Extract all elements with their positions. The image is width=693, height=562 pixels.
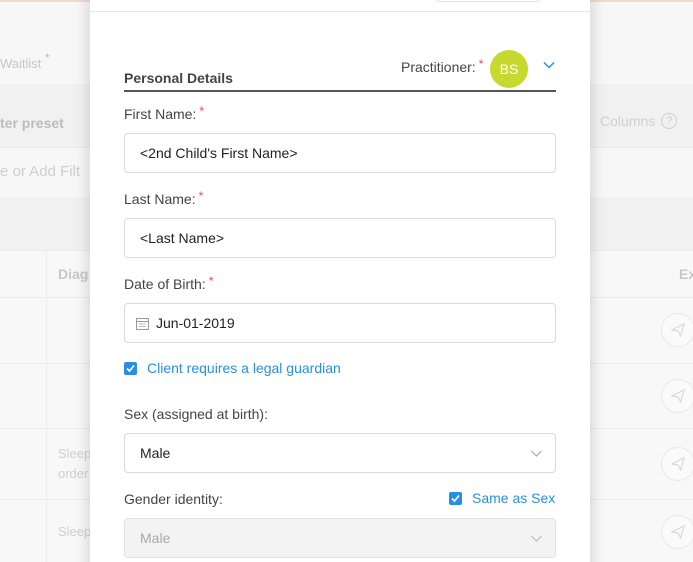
- column-divider: [46, 250, 47, 562]
- chevron-down-icon: [531, 450, 542, 457]
- chevron-down-icon[interactable]: [542, 58, 556, 72]
- help-icon: ?: [661, 113, 678, 129]
- last-name-value: <Last Name>: [140, 230, 225, 246]
- legal-guardian-label[interactable]: Client requires a legal guardian: [147, 360, 341, 376]
- chevron-down-icon: [531, 535, 542, 542]
- practitioner-label: Practitioner: *: [401, 57, 484, 75]
- last-name-label: Last Name: *: [124, 189, 204, 207]
- sex-select[interactable]: Male: [124, 433, 556, 473]
- calendar-icon: [136, 317, 149, 330]
- header-button-stub[interactable]: [436, 0, 540, 2]
- legal-guardian-checkbox[interactable]: Client requires a legal guardian: [124, 360, 341, 376]
- gender-identity-label: Gender identity:: [124, 491, 223, 507]
- practitioner-avatar[interactable]: BS: [490, 50, 528, 88]
- same-as-sex-label[interactable]: Same as Sex: [472, 490, 555, 506]
- first-name-label: First Name: *: [124, 104, 205, 122]
- columns-button[interactable]: Columns ?: [600, 113, 678, 129]
- table-header-export[interactable]: Ex: [679, 266, 693, 282]
- waitlist-label: Waitlist *: [0, 51, 50, 71]
- section-title: Personal Details: [124, 70, 233, 86]
- dob-label: Date of Birth: *: [124, 274, 214, 292]
- filter-preset-label[interactable]: ter preset: [0, 115, 64, 131]
- dob-field[interactable]: Jun-01-2019: [124, 303, 556, 343]
- checkbox-checked-icon[interactable]: [124, 361, 137, 375]
- gender-identity-value: Male: [140, 530, 171, 546]
- personal-details-header: Personal Details Practitioner: * BS: [124, 46, 556, 92]
- same-as-sex-checkbox[interactable]: Same as Sex: [449, 490, 555, 506]
- add-client-modal: Personal Details Practitioner: * BS First…: [90, 0, 590, 562]
- send-icon[interactable]: [661, 379, 693, 413]
- required-mark: *: [478, 57, 484, 71]
- columns-label: Columns: [600, 113, 656, 129]
- send-icon[interactable]: [661, 447, 693, 481]
- table-header-diagnosis[interactable]: Diag: [58, 266, 88, 282]
- filter-search-input[interactable]: e or Add Filt: [0, 163, 80, 180]
- send-icon[interactable]: [661, 515, 693, 549]
- last-name-field[interactable]: <Last Name>: [124, 218, 556, 258]
- first-name-field[interactable]: <2nd Child's First Name>: [124, 133, 556, 173]
- modal-header-strip: [90, 0, 590, 12]
- table-cell: Sleep: [58, 524, 92, 539]
- sex-label: Sex (assigned at birth):: [124, 406, 268, 422]
- dob-value: Jun-01-2019: [156, 315, 235, 331]
- sex-value: Male: [140, 445, 171, 461]
- send-icon[interactable]: [661, 313, 693, 347]
- checkbox-checked-icon[interactable]: [449, 491, 462, 505]
- table-cell: Sleep order: [58, 446, 92, 481]
- gender-identity-select: Male: [124, 518, 556, 558]
- first-name-value: <2nd Child's First Name>: [140, 145, 298, 161]
